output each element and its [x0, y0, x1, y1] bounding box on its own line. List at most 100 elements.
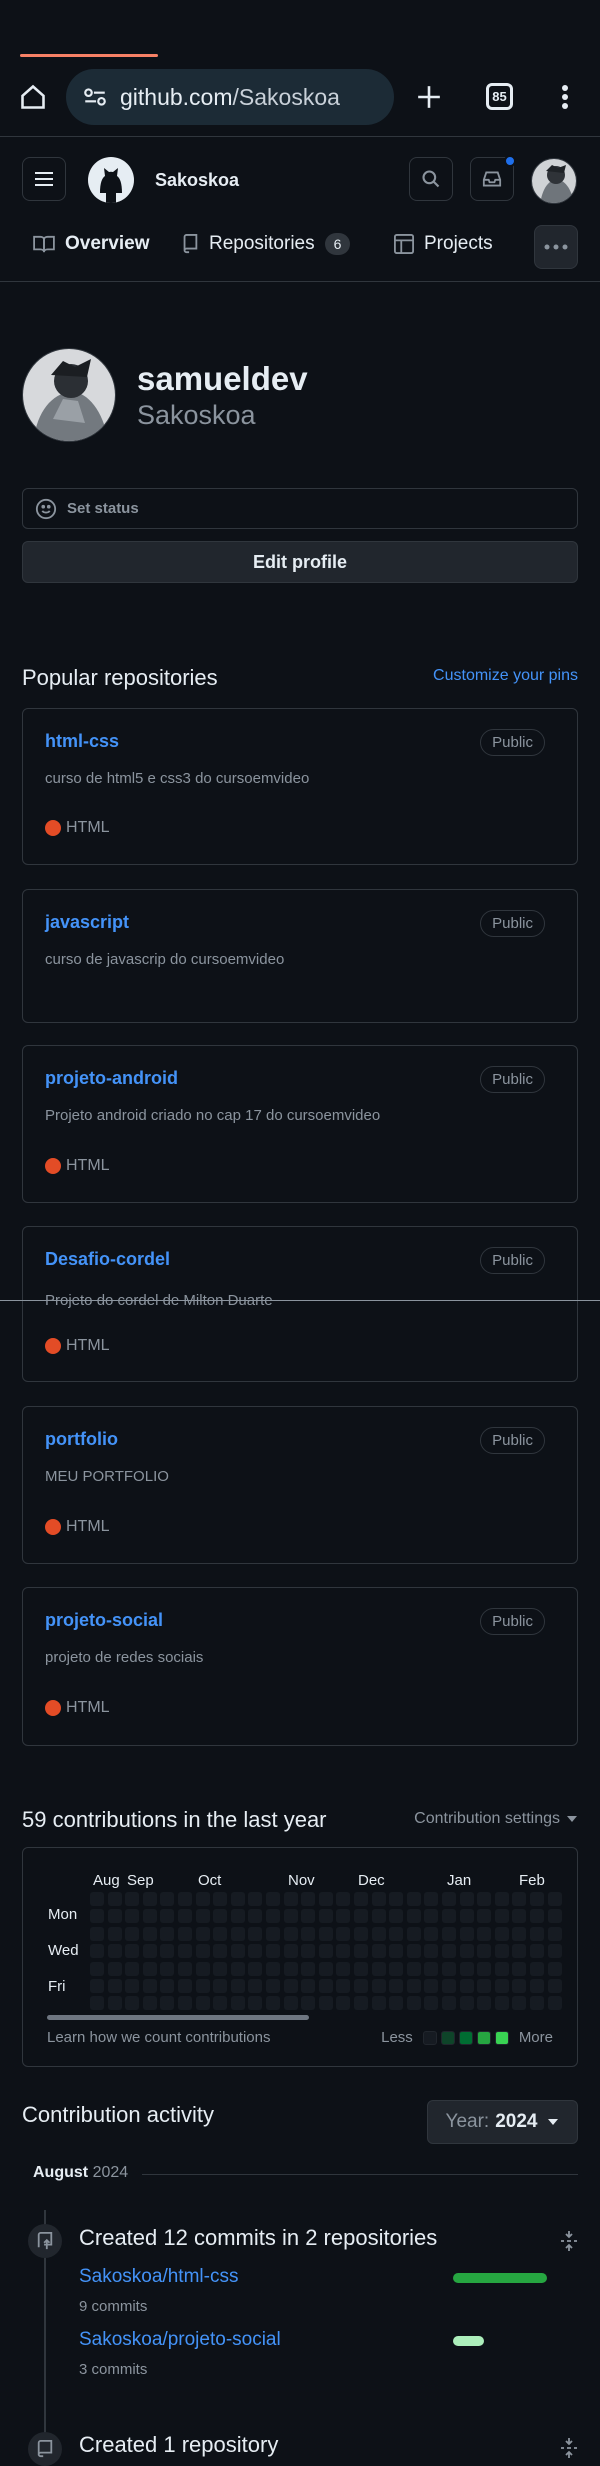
contribution-day-cell[interactable]	[125, 1979, 140, 1993]
contribution-day-cell[interactable]	[459, 1892, 474, 1906]
contribution-day-cell[interactable]	[125, 1944, 140, 1959]
contribution-day-cell[interactable]	[283, 1961, 298, 1976]
contribution-day-cell[interactable]	[142, 1944, 157, 1959]
contribution-day-cell[interactable]	[142, 1909, 157, 1924]
contribution-day-cell[interactable]	[160, 1909, 175, 1924]
contribution-day-cell[interactable]	[318, 1979, 333, 1993]
contribution-day-cell[interactable]	[318, 1961, 333, 1976]
contribution-day-cell[interactable]	[230, 1892, 245, 1906]
address-bar[interactable]: github.com/Sakoskoa	[66, 69, 394, 125]
contribution-day-cell[interactable]	[406, 1926, 421, 1941]
contribution-day-cell[interactable]	[178, 1926, 192, 1941]
contribution-day-cell[interactable]	[547, 1961, 562, 1976]
contribution-day-cell[interactable]	[477, 1961, 492, 1976]
contribution-day-cell[interactable]	[512, 1892, 527, 1906]
tab-switcher-button[interactable]: 85	[486, 83, 513, 110]
contribution-day-cell[interactable]	[459, 1979, 474, 1993]
contribution-day-cell[interactable]	[354, 1944, 368, 1959]
contribution-day-cell[interactable]	[336, 1909, 351, 1924]
contribution-day-cell[interactable]	[195, 1996, 210, 2011]
avatar[interactable]	[531, 158, 577, 204]
contribution-day-cell[interactable]	[406, 1944, 421, 1959]
hamburger-menu-button[interactable]	[22, 157, 66, 201]
contribution-day-cell[interactable]	[336, 1961, 351, 1976]
contribution-day-cell[interactable]	[195, 1926, 210, 1941]
contribution-day-cell[interactable]	[389, 1909, 404, 1924]
contribution-day-cell[interactable]	[512, 1909, 527, 1924]
contribution-day-cell[interactable]	[442, 1996, 456, 2011]
contribution-day-cell[interactable]	[213, 1909, 228, 1924]
contribution-day-cell[interactable]	[195, 1979, 210, 1993]
contribution-day-cell[interactable]	[318, 1926, 333, 1941]
contribution-day-cell[interactable]	[494, 1944, 509, 1959]
contribution-day-cell[interactable]	[530, 1961, 544, 1976]
profile-avatar[interactable]	[22, 348, 116, 442]
contribution-day-cell[interactable]	[406, 1909, 421, 1924]
contribution-day-cell[interactable]	[213, 1944, 228, 1959]
contribution-day-cell[interactable]	[424, 1909, 439, 1924]
new-tab-icon[interactable]	[412, 80, 446, 114]
contribution-day-cell[interactable]	[266, 1944, 280, 1959]
activity-repo-link[interactable]: Sakoskoa/projeto-social	[79, 2329, 281, 2351]
contribution-day-cell[interactable]	[442, 1979, 456, 1993]
contribution-day-cell[interactable]	[494, 1926, 509, 1941]
contribution-day-cell[interactable]	[459, 1961, 474, 1976]
contribution-day-cell[interactable]	[283, 1892, 298, 1906]
contribution-day-cell[interactable]	[371, 1909, 386, 1924]
contribution-day-cell[interactable]	[160, 1892, 175, 1906]
contribution-day-cell[interactable]	[248, 1979, 263, 1993]
contribution-day-cell[interactable]	[477, 1892, 492, 1906]
more-tabs-button[interactable]	[534, 225, 578, 269]
customize-pins-link[interactable]: Customize your pins	[433, 667, 578, 685]
contribution-day-cell[interactable]	[160, 1944, 175, 1959]
contribution-day-cell[interactable]	[266, 1979, 280, 1993]
contribution-day-cell[interactable]	[354, 1926, 368, 1941]
github-logo-icon[interactable]	[88, 157, 134, 203]
site-settings-icon[interactable]	[82, 84, 108, 110]
contribution-day-cell[interactable]	[142, 1926, 157, 1941]
contribution-day-cell[interactable]	[530, 1926, 544, 1941]
contribution-day-cell[interactable]	[389, 1926, 404, 1941]
contribution-day-cell[interactable]	[266, 1926, 280, 1941]
contribution-day-cell[interactable]	[195, 1961, 210, 1976]
contribution-day-cell[interactable]	[406, 1996, 421, 2011]
contribution-day-cell[interactable]	[318, 1909, 333, 1924]
contribution-day-cell[interactable]	[248, 1961, 263, 1976]
contribution-day-cell[interactable]	[424, 1996, 439, 2011]
contribution-day-cell[interactable]	[336, 1944, 351, 1959]
contribution-day-cell[interactable]	[301, 1909, 316, 1924]
contribution-day-cell[interactable]	[354, 1996, 368, 2011]
contribution-day-cell[interactable]	[512, 1996, 527, 2011]
contribution-day-cell[interactable]	[371, 1979, 386, 1993]
repo-link[interactable]: javascript	[45, 912, 129, 933]
contribution-day-cell[interactable]	[406, 1979, 421, 1993]
contribution-day-cell[interactable]	[547, 1926, 562, 1941]
contribution-day-cell[interactable]	[266, 1961, 280, 1976]
set-status-button[interactable]: Set status	[22, 488, 578, 529]
contribution-day-cell[interactable]	[442, 1944, 456, 1959]
contribution-day-cell[interactable]	[301, 1944, 316, 1959]
contribution-day-cell[interactable]	[336, 1926, 351, 1941]
contribution-day-cell[interactable]	[230, 1996, 245, 2011]
contribution-day-cell[interactable]	[530, 1909, 544, 1924]
graph-scrollbar[interactable]	[47, 2015, 309, 2020]
contribution-day-cell[interactable]	[125, 1996, 140, 2011]
contribution-day-cell[interactable]	[213, 1979, 228, 1993]
contribution-day-cell[interactable]	[459, 1996, 474, 2011]
contribution-day-cell[interactable]	[494, 1979, 509, 1993]
contribution-day-cell[interactable]	[477, 1979, 492, 1993]
contribution-day-cell[interactable]	[160, 1996, 175, 2011]
contribution-day-cell[interactable]	[125, 1926, 140, 1941]
contribution-day-cell[interactable]	[318, 1944, 333, 1959]
contribution-day-cell[interactable]	[354, 1961, 368, 1976]
contribution-day-cell[interactable]	[494, 1892, 509, 1906]
contribution-day-cell[interactable]	[442, 1961, 456, 1976]
contribution-day-cell[interactable]	[442, 1909, 456, 1924]
contribution-day-cell[interactable]	[125, 1909, 140, 1924]
contribution-day-cell[interactable]	[107, 1926, 122, 1941]
contribution-day-cell[interactable]	[195, 1909, 210, 1924]
contribution-day-cell[interactable]	[354, 1909, 368, 1924]
contribution-day-cell[interactable]	[107, 1944, 122, 1959]
contribution-day-cell[interactable]	[178, 1944, 192, 1959]
contribution-day-cell[interactable]	[547, 1996, 562, 2011]
